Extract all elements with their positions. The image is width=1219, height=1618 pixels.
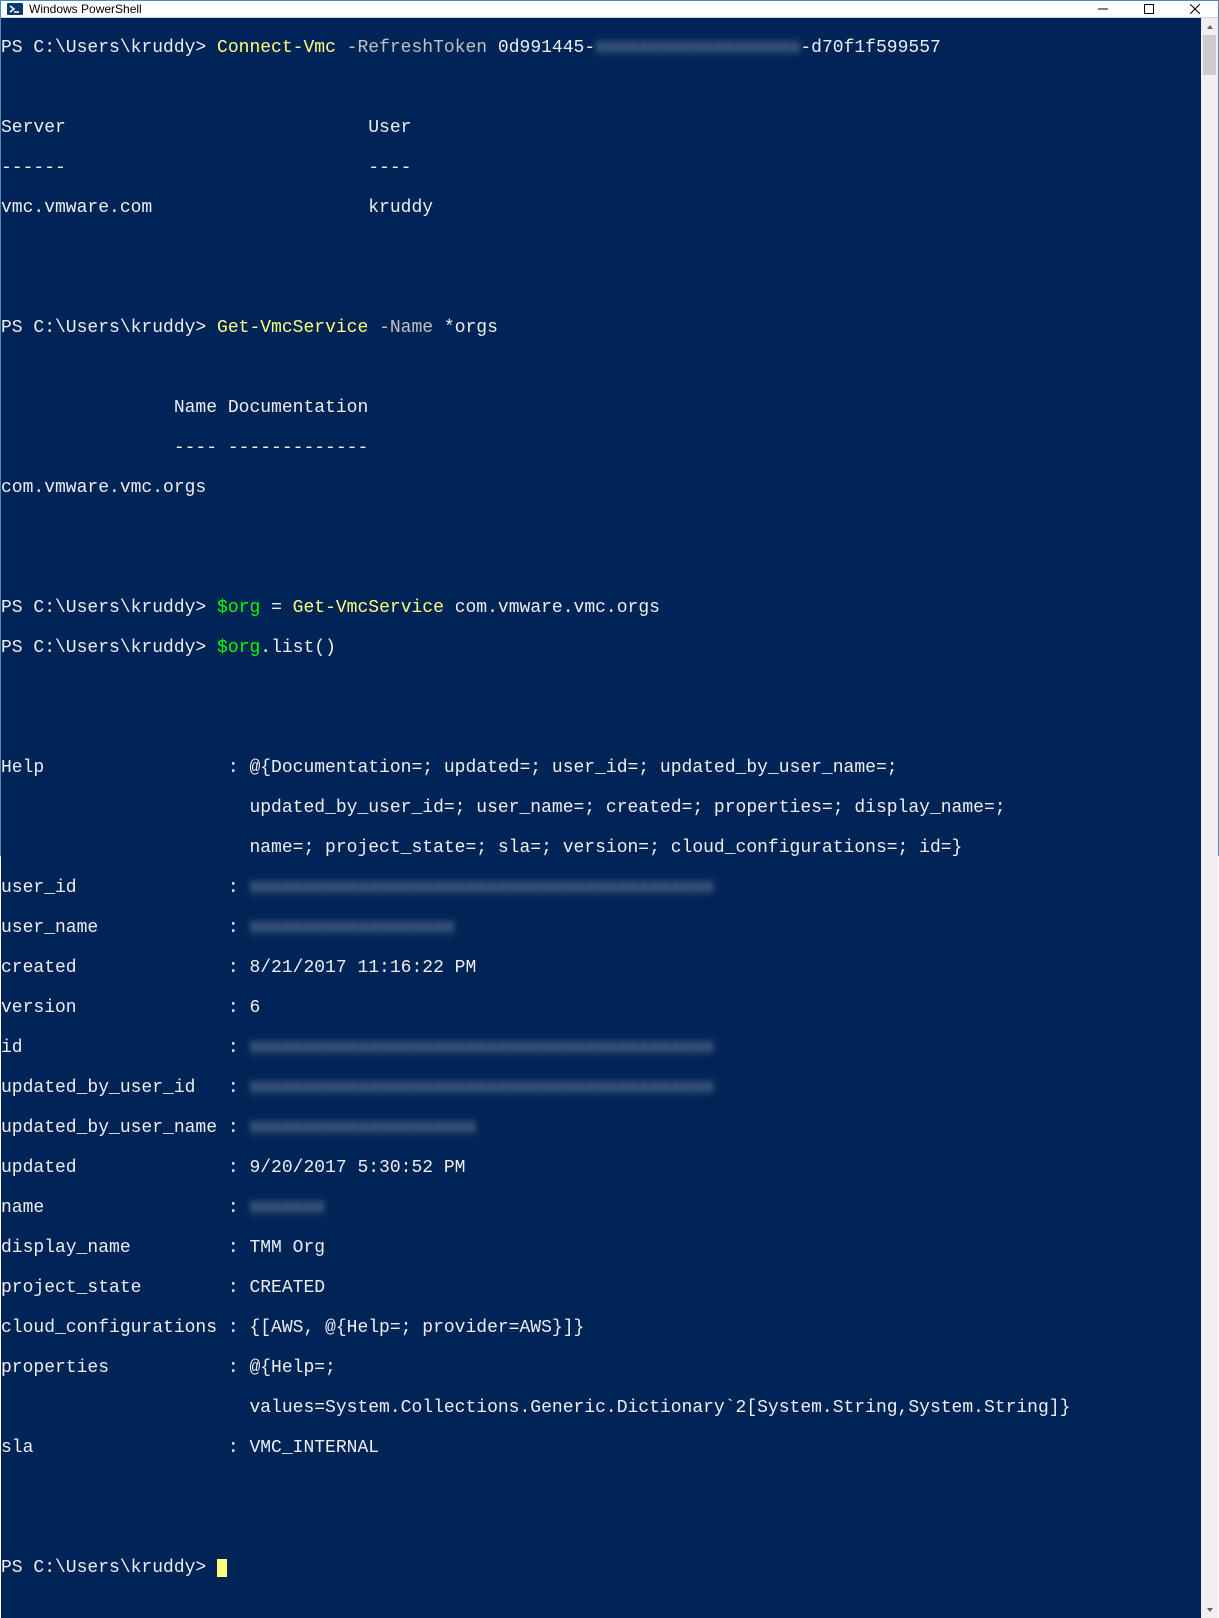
powershell-window: Windows PowerShell PS C:\Users\kruddy> C… xyxy=(0,0,1219,856)
redacted: xxxxxxxxxxxxxxxxxxx xyxy=(249,918,454,938)
output-header: Server User xyxy=(1,118,1201,138)
redacted-token: xxxxxxxxxxxxxxxxxxx xyxy=(595,38,800,58)
redacted: xxxxxxx xyxy=(249,1198,325,1218)
result-key: updated_by_user_name : xyxy=(1,1118,249,1138)
redacted: xxxxxxxxxxxxxxxxxxxxxxxxxxxxxxxxxxxxxxxx… xyxy=(249,1038,713,1058)
token-suffix: -d70f1f599557 xyxy=(800,38,940,58)
result-line: updated_by_user_id=; user_name=; created… xyxy=(1,798,1201,818)
arg: *orgs xyxy=(433,318,498,338)
redacted: xxxxxxxxxxxxxxxxxxxxxxxxxxxxxxxxxxxxxxxx… xyxy=(249,1078,713,1098)
token-prefix: 0d991445- xyxy=(487,38,595,58)
terminal-area: PS C:\Users\kruddy> Connect-Vmc -Refresh… xyxy=(1,18,1218,1618)
variable: $org xyxy=(217,638,260,658)
window-controls xyxy=(1080,1,1218,17)
variable: $org xyxy=(217,598,260,618)
result-line: name=; project_state=; sla=; version=; c… xyxy=(1,838,1201,858)
redacted: xxxxxxxxxxxxxxxxxxxxx xyxy=(249,1118,476,1138)
result-line: properties : @{Help=; xyxy=(1,1358,1201,1378)
cursor xyxy=(217,1559,227,1577)
cmdlet: Connect-Vmc xyxy=(217,38,336,58)
result-line: Help : @{Documentation=; updated=; user_… xyxy=(1,758,1201,778)
prompt: PS C:\Users\kruddy> xyxy=(1,598,217,618)
titlebar[interactable]: Windows PowerShell xyxy=(1,1,1218,18)
output-row: vmc.vmware.com kruddy xyxy=(1,198,1201,218)
prompt: PS C:\Users\kruddy> xyxy=(1,38,217,58)
cmdlet: Get-VmcService xyxy=(217,318,368,338)
maximize-button[interactable] xyxy=(1126,1,1172,17)
prompt: PS C:\Users\kruddy> xyxy=(1,1558,217,1578)
output-sep: ---- ------------- xyxy=(1,438,1201,458)
result-line: sla : VMC_INTERNAL xyxy=(1,1438,1201,1458)
param: -Name xyxy=(368,318,433,338)
result-line: cloud_configurations : {[AWS, @{Help=; p… xyxy=(1,1318,1201,1338)
result-line: updated : 9/20/2017 5:30:52 PM xyxy=(1,1158,1201,1178)
scroll-up-button[interactable] xyxy=(1201,18,1218,35)
method: .list() xyxy=(260,638,336,658)
result-line: display_name : TMM Org xyxy=(1,1238,1201,1258)
prompt: PS C:\Users\kruddy> xyxy=(1,638,217,658)
result-key: id : xyxy=(1,1038,249,1058)
result-key: name : xyxy=(1,1198,249,1218)
output-sep: ------ ---- xyxy=(1,158,1201,178)
result-line: project_state : CREATED xyxy=(1,1278,1201,1298)
powershell-icon xyxy=(7,1,23,17)
prompt: PS C:\Users\kruddy> xyxy=(1,318,217,338)
redacted: xxxxxxxxxxxxxxxxxxxxxxxxxxxxxxxxxxxxxxxx… xyxy=(249,878,713,898)
close-button[interactable] xyxy=(1172,1,1218,17)
vertical-scrollbar[interactable] xyxy=(1201,18,1218,1618)
output-row: com.vmware.vmc.orgs xyxy=(1,478,1201,498)
result-key: user_id : xyxy=(1,878,249,898)
eq: = xyxy=(260,598,292,618)
minimize-button[interactable] xyxy=(1080,1,1126,17)
result-line: values=System.Collections.Generic.Dictio… xyxy=(1,1398,1201,1418)
terminal-output[interactable]: PS C:\Users\kruddy> Connect-Vmc -Refresh… xyxy=(1,18,1201,1618)
result-line: version : 6 xyxy=(1,998,1201,1018)
scroll-down-button[interactable] xyxy=(1201,1601,1218,1618)
result-key: user_name : xyxy=(1,918,249,938)
window-title: Windows PowerShell xyxy=(29,2,142,16)
output-header: Name Documentation xyxy=(1,398,1201,418)
cmdlet: Get-VmcService xyxy=(293,598,444,618)
param: -RefreshToken xyxy=(336,38,487,58)
arg: com.vmware.vmc.orgs xyxy=(444,598,660,618)
scroll-track[interactable] xyxy=(1201,35,1218,1601)
result-key: updated_by_user_id : xyxy=(1,1078,249,1098)
titlebar-left: Windows PowerShell xyxy=(1,1,142,17)
result-line: created : 8/21/2017 11:16:22 PM xyxy=(1,958,1201,978)
scroll-thumb[interactable] xyxy=(1203,35,1216,75)
